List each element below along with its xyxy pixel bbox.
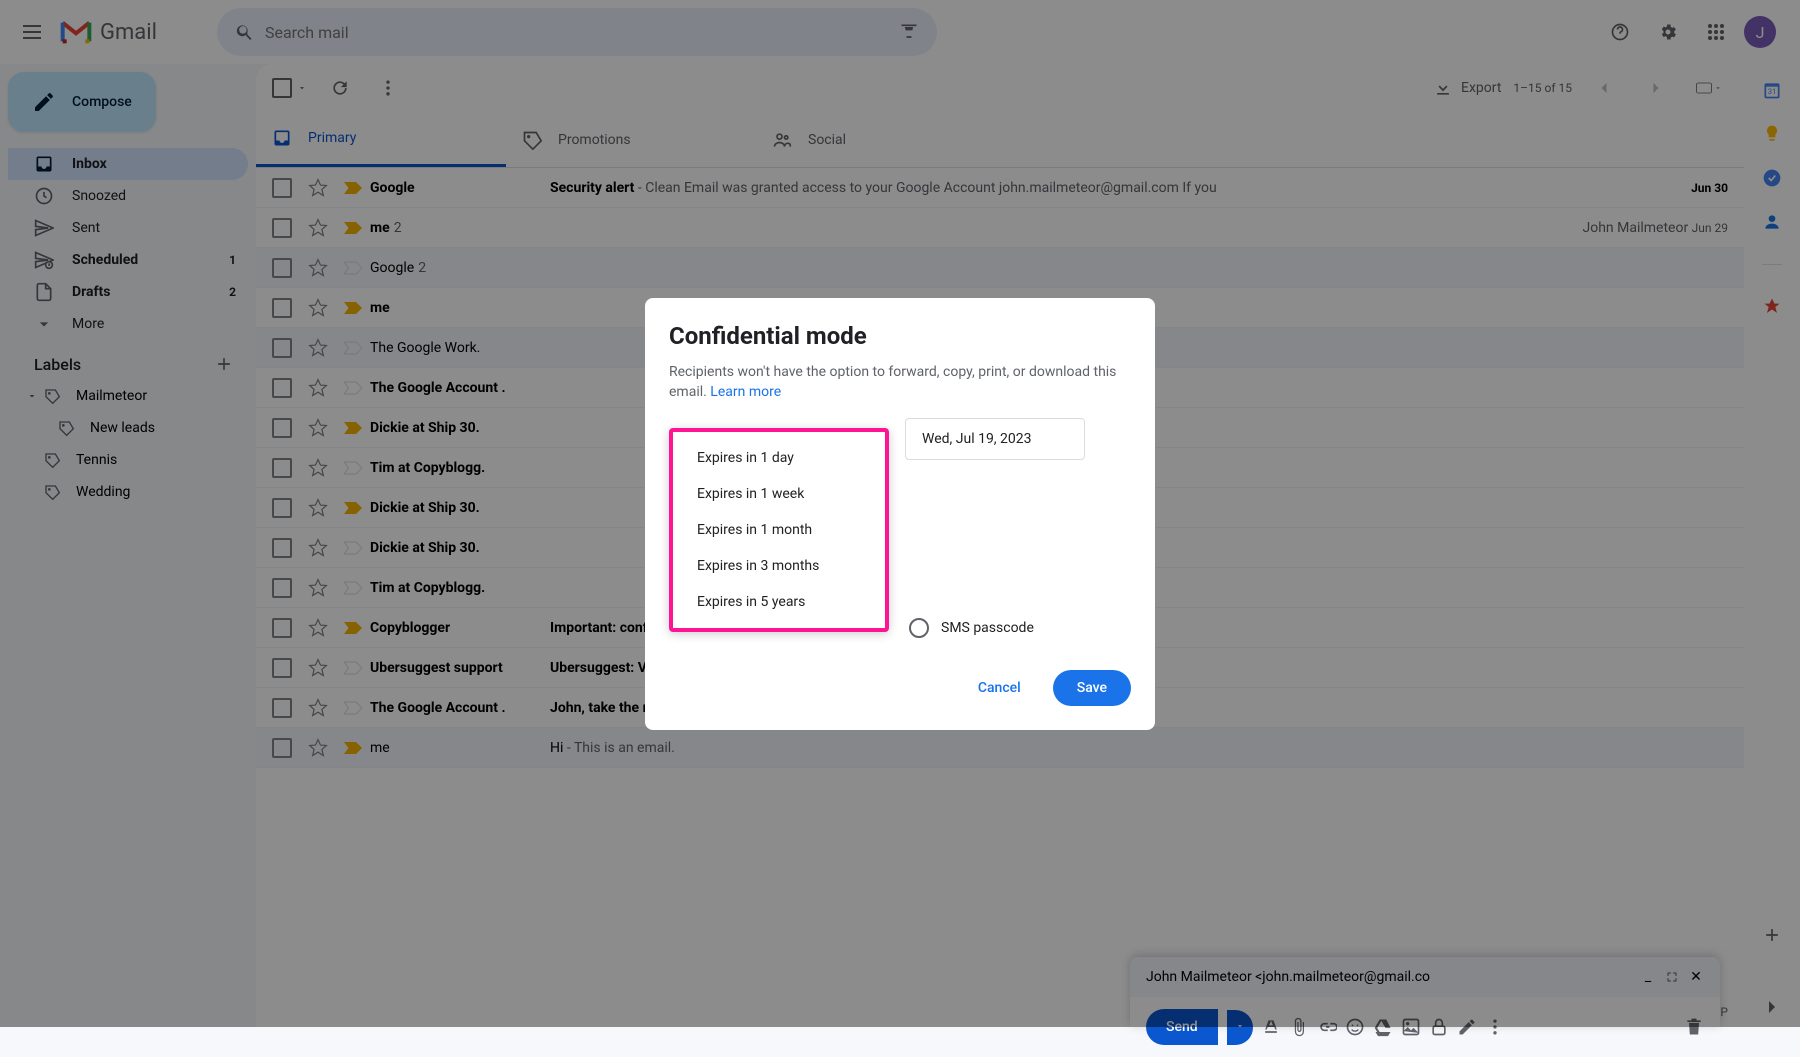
confidential-modal: Confidential mode Recipients won't have … [645, 298, 1155, 730]
learn-more-link[interactable]: Learn more [710, 384, 781, 400]
radio-icon [909, 618, 929, 638]
expire-3-months[interactable]: Expires in 3 months [673, 548, 885, 584]
expire-1-day[interactable]: Expires in 1 day [673, 440, 885, 476]
modal-title: Confidential mode [669, 322, 1131, 350]
cancel-button[interactable]: Cancel [954, 670, 1045, 706]
save-button[interactable]: Save [1053, 670, 1131, 706]
expire-5-years[interactable]: Expires in 5 years [673, 584, 885, 620]
modal-overlay[interactable]: Confidential mode Recipients won't have … [0, 0, 1800, 1027]
expiration-date-display[interactable]: Wed, Jul 19, 2023 [905, 418, 1085, 460]
modal-description: Recipients won't have the option to forw… [669, 362, 1131, 402]
expire-1-week[interactable]: Expires in 1 week [673, 476, 885, 512]
expire-1-month[interactable]: Expires in 1 month [673, 512, 885, 548]
sms-passcode-option[interactable]: SMS passcode [909, 618, 1131, 638]
expiration-dropdown: Expires in 1 day Expires in 1 week Expir… [669, 428, 889, 632]
